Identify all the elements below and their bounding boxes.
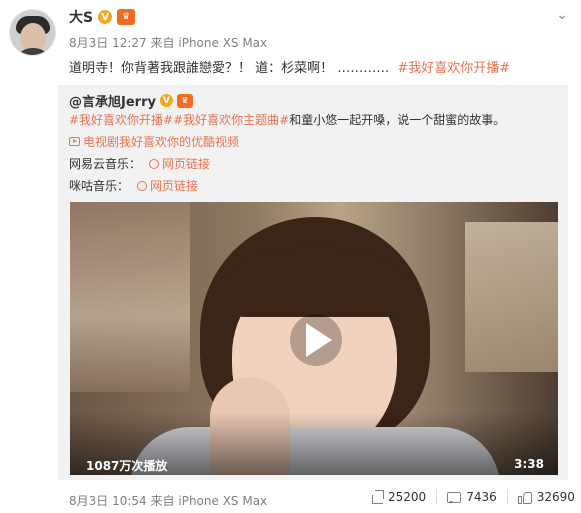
author-row: 大S V ♛ (69, 7, 136, 27)
post-source-prefix: 来自 (150, 36, 175, 50)
like-count: 32690 (536, 490, 575, 504)
action-bar: 25200 7436 32690 (372, 490, 575, 504)
repost-text: #我好喜欢你开播##我好喜欢你主题曲#和童小悠一起开嗓，说一个甜蜜的故事。 (69, 111, 505, 128)
music-label-netease: 网易云音乐： (69, 157, 142, 171)
post-time[interactable]: 12:27 (112, 36, 147, 50)
comment-icon (447, 491, 462, 504)
video-player[interactable]: 1087万次播放 3:38 (70, 202, 558, 475)
video-background-poster (70, 202, 190, 392)
repost-hashtag-2[interactable]: #我好喜欢你主题曲# (173, 113, 289, 127)
music-row-netease: 网易云音乐： 网页链接 (69, 155, 210, 172)
music-link-migu[interactable]: 网页链接 (134, 177, 199, 194)
repost-author-row: @言承旭Jerry V ♛ (69, 91, 193, 110)
share-button[interactable]: 25200 (372, 490, 426, 504)
link-icon (134, 178, 150, 193)
repost-source-prefix: 来自 (150, 494, 175, 508)
music-row-migu: 咪咕音乐： 网页链接 (69, 177, 198, 194)
music-link-migu-label: 网页链接 (150, 179, 199, 193)
repost-date[interactable]: 8月3日 (69, 494, 108, 508)
video-icon (69, 137, 80, 146)
video-views: 1087万次播放 (86, 459, 168, 473)
divider (506, 490, 508, 504)
music-link-netease-label: 网页链接 (162, 157, 211, 171)
weibo-card: 大S V ♛ ⌄ 8月3日 12:27 来自 iPhone XS Max 道明寺… (0, 0, 581, 513)
like-button[interactable]: 32690 (517, 490, 575, 504)
crown-icon: ♛ (117, 9, 136, 25)
video-background-poster (465, 222, 558, 372)
verified-icon: V (159, 94, 173, 107)
music-label-migu: 咪咕音乐： (69, 179, 130, 193)
crown-icon: ♛ (176, 93, 193, 108)
post-source-device: iPhone XS Max (178, 36, 268, 50)
repost-hashtag-1[interactable]: #我好喜欢你开播# (69, 113, 173, 127)
play-button[interactable] (290, 314, 342, 366)
post-meta: 8月3日 12:27 来自 iPhone XS Max (69, 34, 267, 51)
post-text: 道明寺！你背著我跟誰戀愛？！ 道：杉菜啊！ ………… #我好喜欢你开播# (69, 57, 510, 76)
play-icon (306, 323, 332, 357)
post-date[interactable]: 8月3日 (69, 36, 108, 50)
video-figure-bangs (228, 247, 403, 317)
repost-source-device: iPhone XS Max (178, 494, 268, 508)
video-duration: 3:38 (514, 457, 544, 471)
repost-text-content: 和童小悠一起开嗓，说一个甜蜜的故事。 (289, 113, 506, 127)
like-icon (517, 491, 532, 504)
comment-button[interactable]: 7436 (447, 490, 497, 504)
chevron-down-icon[interactable]: ⌄ (553, 6, 571, 24)
author-name[interactable]: 大S (69, 7, 93, 27)
divider (436, 490, 438, 504)
post-hashtag[interactable]: #我好喜欢你开播# (397, 61, 510, 76)
repost-video-link-label: 电视剧我好喜欢你的优酷视频 (83, 135, 240, 149)
verified-icon: V (98, 10, 113, 24)
avatar-shoulder (14, 48, 52, 55)
share-icon (372, 494, 383, 504)
repost-block: @言承旭Jerry V ♛ #我好喜欢你开播##我好喜欢你主题曲#和童小悠一起开… (58, 85, 568, 480)
link-icon (146, 156, 162, 171)
share-count: 25200 (388, 490, 427, 504)
music-link-netease[interactable]: 网页链接 (146, 155, 211, 172)
repost-video-link[interactable]: 电视剧我好喜欢你的优酷视频 (69, 133, 239, 150)
repost-time[interactable]: 10:54 (112, 494, 147, 508)
avatar[interactable] (9, 9, 56, 56)
repost-author-name[interactable]: @言承旭Jerry (69, 91, 156, 110)
post-text-content: 道明寺！你背著我跟誰戀愛？！ 道：杉菜啊！ ………… (69, 61, 390, 76)
repost-meta: 8月3日 10:54 来自 iPhone XS Max (69, 492, 267, 509)
comment-count: 7436 (466, 490, 497, 504)
